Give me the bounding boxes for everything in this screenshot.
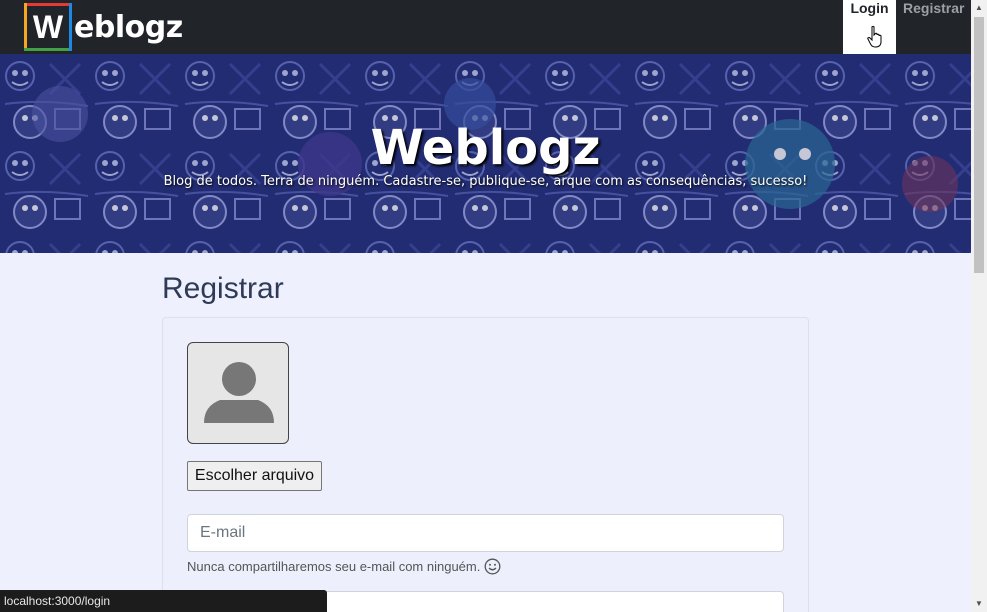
logo-letter: W [32,9,64,45]
email-field[interactable] [187,514,784,552]
hero-banner: Weblogz Blog de todos. Terra de ninguém.… [0,54,971,253]
email-help-text: Nunca compartilharemos seu e-mail com ni… [187,558,501,575]
scroll-down-arrow-icon[interactable]: ▼ [971,596,987,612]
nav-register-link[interactable]: Registrar [903,0,964,54]
email-help-label: Nunca compartilharemos seu e-mail com ni… [187,559,481,574]
navbar: W eblogz Login Registrar [0,0,971,54]
hand-pointer-cursor-icon [867,26,882,48]
brand-text: eblogz [74,9,183,45]
logo-box: W [24,3,72,51]
scroll-thumb[interactable] [974,17,984,273]
hero-subtitle: Blog de todos. Terra de ninguém. Cadastr… [163,174,808,189]
scroll-up-arrow-icon[interactable]: ▲ [971,0,987,16]
choose-file-button[interactable]: Escolher arquivo [187,461,322,491]
vertical-scrollbar[interactable]: ▲ ▼ [971,0,987,612]
brand-logo-link[interactable]: W eblogz [24,2,183,52]
register-form-card: Escolher arquivo Nunca compartilharemos … [162,317,809,612]
hero-title: Weblogz [370,120,601,176]
status-bar-url: localhost:3000/login [0,590,327,612]
user-placeholder-icon [204,362,274,423]
avatar-preview[interactable] [187,342,289,444]
page-title: Registrar [162,272,284,305]
smiley-icon [484,558,501,575]
